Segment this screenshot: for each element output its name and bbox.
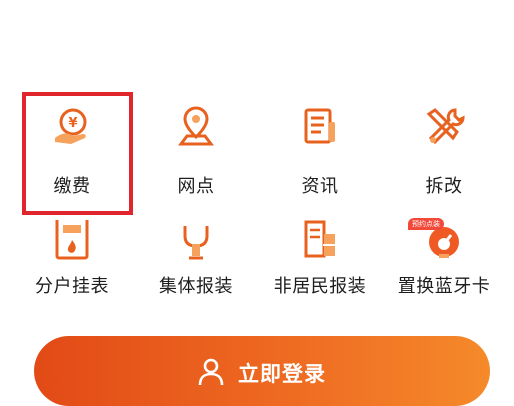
user-icon: [198, 358, 224, 386]
svg-text:¥: ¥: [68, 116, 77, 131]
pipe-icon: [183, 226, 209, 260]
reservation-badge: 预约点装: [408, 218, 444, 230]
service-label: 缴费: [53, 176, 91, 197]
service-group-install[interactable]: 集体报装: [134, 220, 258, 328]
building-icon: [304, 220, 337, 258]
news-icon: [304, 108, 335, 144]
service-news[interactable]: 资讯: [258, 86, 382, 197]
service-label: 拆改: [425, 176, 463, 197]
service-nonresident-install[interactable]: 非居民报装: [258, 220, 382, 328]
payment-icon: ¥: [55, 108, 87, 144]
location-icon: [178, 106, 214, 146]
service-label: 非居民报装: [273, 276, 367, 297]
meter-icon: [55, 220, 89, 260]
login-button[interactable]: 立即登录: [34, 336, 490, 406]
service-outlets[interactable]: 网点: [134, 86, 258, 197]
login-label: 立即登录: [238, 362, 326, 386]
service-modify[interactable]: 拆改: [382, 86, 506, 197]
service-label: 置换蓝牙卡: [397, 276, 491, 297]
service-payment[interactable]: ¥ 缴费: [10, 86, 134, 197]
service-household-meter[interactable]: 分户挂表: [10, 220, 134, 328]
service-label: 分户挂表: [35, 276, 109, 297]
header-area: [0, 0, 514, 86]
tools-icon: [426, 108, 465, 145]
service-bluetooth-card[interactable]: 预约点装 置换蓝牙卡: [382, 218, 506, 328]
service-grid: ¥ 缴费 网点 资讯 拆改 分户挂表 集体报装 非居民报装 预约点装 置换蓝牙卡: [10, 86, 506, 316]
service-label: 集体报装: [159, 276, 233, 297]
service-label: 资讯: [301, 176, 339, 197]
service-label: 网点: [177, 176, 215, 197]
